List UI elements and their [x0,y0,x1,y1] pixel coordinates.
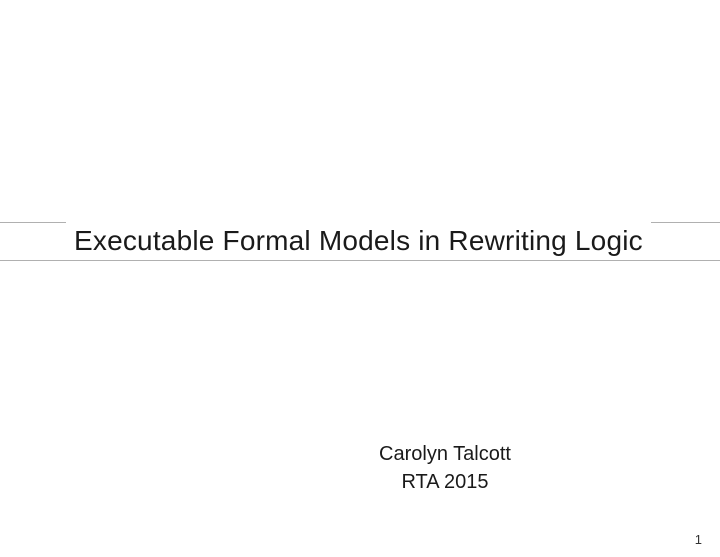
title-container: Executable Formal Models in Rewriting Lo… [0,222,720,260]
title-rule-bottom [0,260,720,261]
author-name: Carolyn Talcott [170,440,720,468]
venue-label: RTA 2015 [170,468,720,496]
slide-title: Executable Formal Models in Rewriting Lo… [66,222,651,260]
author-block: Carolyn Talcott RTA 2015 [0,440,720,496]
page-number: 1 [695,532,702,547]
